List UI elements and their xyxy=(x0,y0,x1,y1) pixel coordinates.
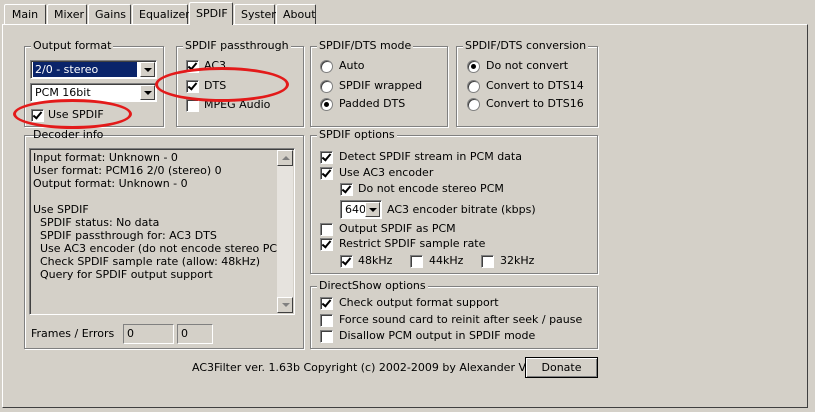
output-format-combo[interactable]: 2/0 - stereo xyxy=(30,60,157,79)
restrict-rate-checkbox[interactable] xyxy=(320,238,333,251)
directshow-options-title: DirectShow options xyxy=(317,279,428,292)
convert-dts14-label: Convert to DTS14 xyxy=(486,79,584,92)
no-encode-stereo-label: Do not encode stereo PCM xyxy=(358,182,504,195)
use-ac3-encoder-label: Use AC3 encoder xyxy=(339,166,434,179)
decoder-info-line: Use SPDIF xyxy=(33,203,89,216)
passthrough-dts-checkbox[interactable] xyxy=(186,80,199,93)
detect-spdif-checkbox[interactable] xyxy=(320,151,333,164)
chevron-down-icon[interactable] xyxy=(365,202,380,217)
tab-spdif[interactable]: SPDIF xyxy=(189,2,233,25)
errors-field: 0 xyxy=(177,324,213,344)
decoder-info-line: Output format: Unknown - 0 xyxy=(33,177,188,190)
decoder-info-line: SPDIF status: No data xyxy=(33,216,160,229)
frames-errors-label: Frames / Errors xyxy=(31,327,115,340)
decoder-info-line: User format: PCM16 2/0 (stereo) 0 xyxy=(33,164,222,177)
bitrate-combo[interactable]: 640 xyxy=(340,200,382,219)
passthrough-dts-label: DTS xyxy=(204,79,227,92)
decoder-info-text[interactable]: Input format: Unknown - 0 User format: PC… xyxy=(29,148,295,315)
passthrough-ac3-label: AC3 xyxy=(204,59,227,72)
tab-main[interactable]: Main xyxy=(4,4,46,24)
decoder-info-line: Query for SPDIF output support xyxy=(33,268,213,281)
use-spdif-label: Use SPDIF xyxy=(48,108,104,121)
frames-field: 0 xyxy=(123,324,174,344)
check-output-format-checkbox[interactable] xyxy=(320,297,333,310)
chevron-down-icon[interactable] xyxy=(140,62,155,77)
convert-dts16-label: Convert to DTS16 xyxy=(486,97,584,110)
tab-gains[interactable]: Gains xyxy=(88,4,131,24)
dts-conversion-title: SPDIF/DTS conversion xyxy=(463,39,589,52)
dts-mode-wrapped-label: SPDIF wrapped xyxy=(339,79,423,92)
passthrough-ac3-checkbox[interactable] xyxy=(186,60,199,73)
decoder-info-line: Check SPDIF sample rate (allow: 48kHz) xyxy=(33,255,260,268)
dts-mode-padded-label: Padded DTS xyxy=(339,97,406,110)
output-spdif-pcm-label: Output SPDIF as PCM xyxy=(339,222,456,235)
tab-mixer[interactable]: Mixer xyxy=(47,4,87,24)
dts-mode-title: SPDIF/DTS mode xyxy=(317,39,414,52)
check-output-format-label: Check output format support xyxy=(339,296,499,309)
passthrough-mpeg-label: MPEG Audio xyxy=(204,98,271,111)
restrict-rate-label: Restrict SPDIF sample rate xyxy=(339,237,486,250)
tab-equalizer[interactable]: Equalizer xyxy=(132,4,190,24)
output-format-value: 2/0 - stereo xyxy=(33,62,137,77)
convert-none-radio[interactable] xyxy=(467,60,480,73)
dts-mode-auto-radio[interactable] xyxy=(320,60,333,73)
spdif-options-title: SPDIF options xyxy=(317,128,397,141)
decoder-info-lines: Input format: Unknown - 0 User format: PC… xyxy=(33,151,291,281)
sample-format-combo[interactable]: PCM 16bit xyxy=(30,83,157,102)
detect-spdif-label: Detect SPDIF stream in PCM data xyxy=(339,150,522,163)
output-format-title: Output format xyxy=(31,39,114,52)
force-reinit-label: Force sound card to reinit after seek / … xyxy=(339,313,583,326)
convert-dts16-radio[interactable] xyxy=(467,98,480,111)
passthrough-mpeg-checkbox[interactable] xyxy=(186,99,199,112)
no-encode-stereo-checkbox[interactable] xyxy=(340,183,353,196)
decoder-info-line: Input format: Unknown - 0 xyxy=(33,151,178,164)
rate-48-checkbox[interactable] xyxy=(340,255,353,268)
use-ac3-encoder-checkbox[interactable] xyxy=(320,167,333,180)
force-reinit-checkbox[interactable] xyxy=(320,314,333,327)
disallow-pcm-checkbox[interactable] xyxy=(320,330,333,343)
donate-button[interactable]: Donate xyxy=(525,357,598,378)
convert-none-label: Do not convert xyxy=(486,59,569,72)
decoder-info-title: Decoder info xyxy=(33,128,104,141)
bitrate-label: AC3 encoder bitrate (kbps) xyxy=(387,203,536,216)
decoder-info-line: SPDIF passthrough for: AC3 DTS xyxy=(33,229,217,242)
dts-mode-wrapped-radio[interactable] xyxy=(320,80,333,93)
dts-mode-padded-radio[interactable] xyxy=(320,98,333,111)
decoder-info-line: Use AC3 encoder (do not encode stereo PC… xyxy=(33,242,291,255)
rate-48-label: 48kHz xyxy=(358,254,393,267)
rate-44-label: 44kHz xyxy=(429,254,464,267)
use-spdif-checkbox[interactable] xyxy=(31,109,44,122)
tab-about[interactable]: About xyxy=(276,4,316,24)
spdif-passthrough-title: SPDIF passthrough xyxy=(183,39,291,52)
scroll-up-icon[interactable] xyxy=(277,150,293,166)
copyright-text: AC3Filter ver. 1.63b Copyright (c) 2002-… xyxy=(192,361,568,374)
rate-32-checkbox[interactable] xyxy=(481,255,494,268)
dts-mode-auto-label: Auto xyxy=(339,59,365,72)
chevron-down-icon[interactable] xyxy=(140,85,155,100)
output-spdif-pcm-checkbox[interactable] xyxy=(320,223,333,236)
convert-dts14-radio[interactable] xyxy=(467,80,480,93)
disallow-pcm-label: Disallow PCM output in SPDIF mode xyxy=(339,329,536,342)
sample-format-value: PCM 16bit xyxy=(35,86,91,99)
tab-system[interactable]: System xyxy=(234,4,282,24)
scroll-down-icon[interactable] xyxy=(277,297,293,313)
decoder-info-scrollbar[interactable] xyxy=(277,150,293,313)
rate-44-checkbox[interactable] xyxy=(410,255,423,268)
decoder-info-line xyxy=(33,190,276,203)
rate-32-label: 32kHz xyxy=(500,254,535,267)
